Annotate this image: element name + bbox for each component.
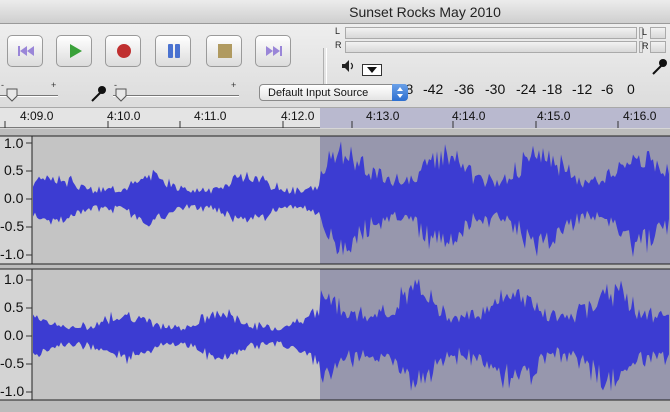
input-source-select[interactable]: Default Input Source	[259, 84, 408, 101]
meter-scale-label: -6	[601, 81, 614, 97]
timeline-ruler[interactable]: 4:09.0 4:10.0 4:11.0 4:12.0 4:13.0 4:14.…	[0, 108, 670, 128]
record-button[interactable]	[105, 35, 141, 67]
input-right-meter[interactable]	[650, 41, 666, 53]
skip-to-start-icon	[18, 46, 34, 56]
track-1-y-label: 1.0	[4, 135, 24, 151]
title-bar: Sunset Rocks May 2010	[0, 0, 670, 24]
ruler-tick-label: 4:13.0	[366, 109, 400, 123]
track-2-y-label: -0.5	[0, 355, 25, 371]
record-icon	[117, 44, 131, 58]
minus-icon: -	[114, 80, 117, 90]
play-button[interactable]	[56, 35, 92, 67]
ruler-tick-label: 4:09.0	[20, 109, 54, 123]
plus-icon: +	[231, 80, 237, 90]
right-output-meter[interactable]: R	[333, 40, 655, 54]
input-right-label: R	[642, 41, 649, 51]
skip-to-start-button[interactable]	[7, 35, 43, 67]
microphone-icon	[652, 59, 667, 75]
input-source-value: Default Input Source	[268, 87, 369, 99]
window-title: Sunset Rocks May 2010	[349, 4, 501, 20]
meter-scale-label: -24	[516, 81, 537, 97]
stop-button[interactable]	[206, 35, 242, 67]
skip-to-end-icon	[266, 46, 282, 56]
right-channel-label: R	[335, 40, 342, 50]
output-volume-thumb[interactable]	[6, 88, 18, 102]
meter-scale-label: -30	[485, 81, 506, 97]
right-meter-bar	[345, 41, 637, 53]
ruler-tick-label: 4:16.0	[623, 109, 657, 123]
minus-icon: -	[1, 80, 4, 90]
track-2-y-label: 1.0	[4, 271, 24, 287]
meter-scale-label: -36	[454, 81, 475, 97]
stop-icon	[218, 44, 232, 58]
ruler-tick-label: 4:11.0	[194, 109, 227, 123]
left-output-meter[interactable]: L	[333, 26, 655, 40]
skip-to-end-button[interactable]	[255, 35, 291, 67]
plus-icon: +	[51, 80, 57, 90]
play-icon	[70, 44, 82, 58]
meter-menu-icon[interactable]	[362, 64, 382, 76]
ruler-tick-label: 4:12.0	[281, 109, 315, 123]
tracks-area[interactable]: 1.0 0.5 0.0 -0.5 -1.0 1.0 0.5 0.0 -0.5 -…	[0, 129, 670, 412]
meter-scale-label: 0	[627, 81, 635, 97]
speaker-icon	[342, 60, 354, 72]
input-left-meter[interactable]	[650, 27, 666, 39]
ruler-tick-label: 4:10.0	[107, 109, 141, 123]
ruler-tick-label: 4:15.0	[537, 109, 571, 123]
meter-scale-label: -12	[572, 81, 593, 97]
waveform-canvas[interactable]	[0, 129, 670, 412]
track-2-y-label: -1.0	[0, 383, 25, 399]
meter-scale-label: -42	[423, 81, 444, 97]
microphone-icon	[91, 86, 106, 102]
select-arrows-icon	[392, 84, 408, 101]
input-volume-thumb[interactable]	[115, 88, 127, 102]
left-meter-bar	[345, 27, 637, 39]
left-channel-label: L	[335, 26, 341, 36]
track-2-y-label: 0.0	[4, 327, 24, 343]
pause-icon	[168, 44, 180, 58]
track-1-y-label: -0.5	[0, 218, 25, 234]
track-1-y-label: 0.0	[4, 190, 24, 206]
input-left-label: L	[642, 27, 648, 37]
track-2-y-label: 0.5	[4, 299, 24, 315]
input-volume-track[interactable]	[113, 95, 239, 97]
track-1-y-label: 0.5	[4, 162, 24, 178]
meter-scale-label: -18	[542, 81, 563, 97]
ruler-tick-label: 4:14.0	[452, 109, 486, 123]
pause-button[interactable]	[155, 35, 191, 67]
track-1-y-label: -1.0	[0, 246, 25, 262]
